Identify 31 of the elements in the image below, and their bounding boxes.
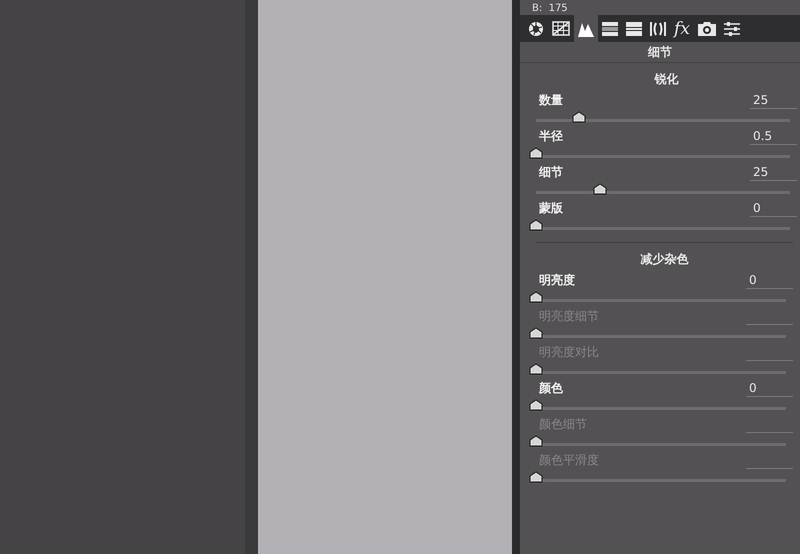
- value-field[interactable]: 0.5: [750, 128, 797, 144]
- slider-label: 蒙版: [539, 200, 563, 216]
- grid-icon: [552, 21, 570, 36]
- slider-label: 半径: [539, 128, 563, 144]
- panel-tab[interactable]: fx: [670, 15, 694, 42]
- rgb-readout: B: 175: [532, 2, 568, 15]
- slider-thumb[interactable]: [529, 399, 543, 411]
- value-field[interactable]: 0: [746, 380, 793, 396]
- camera-icon: [698, 21, 716, 36]
- slider-label: 数量: [539, 92, 563, 108]
- gradient-bars-icon: [602, 22, 618, 36]
- slider-thumb[interactable]: [592, 183, 606, 195]
- slider-thumb[interactable]: [529, 291, 543, 303]
- value-field[interactable]: 0: [746, 272, 793, 288]
- slider-thumb[interactable]: [572, 111, 586, 123]
- mountains-icon: [578, 20, 594, 36]
- panel-title: 细节: [520, 42, 800, 63]
- value-field[interactable]: 0: [750, 200, 797, 216]
- split-bars-icon: [626, 22, 642, 36]
- sliders-icon: [724, 20, 740, 36]
- section-title: 锐化: [653, 71, 680, 88]
- section-title: 减少杂色: [640, 251, 690, 268]
- value-field[interactable]: 25: [750, 164, 797, 180]
- slider-label: 颜色: [539, 380, 563, 396]
- slider-thumb[interactable]: [529, 219, 543, 231]
- aperture-icon: [528, 20, 544, 36]
- lens-icon: [650, 20, 666, 36]
- slider-thumb[interactable]: [529, 147, 543, 159]
- slider-label: 细节: [539, 164, 563, 180]
- slider-label: 明亮度: [539, 272, 575, 288]
- value-field[interactable]: 25: [750, 92, 797, 108]
